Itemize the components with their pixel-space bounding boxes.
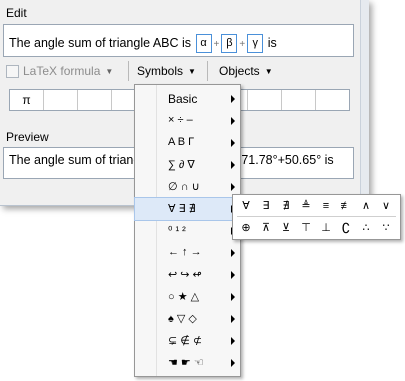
menu-item-label: ∅ ∩ ∪ xyxy=(168,181,200,193)
logic-symbols-submenu: ∀ ∃ ∄ ≜ ≡ ≢ ∧ ∨ ⊕ ⊼ ⊻ ⊤ ⊥ ∁ ∴ ∵ xyxy=(232,194,401,240)
symbol-bottom[interactable]: ⊥ xyxy=(316,218,336,238)
menu-item-sets[interactable]: ∅ ∩ ∪ xyxy=(135,176,240,198)
preview-text-left: The angle sum of triang xyxy=(9,153,141,167)
menu-item-suits[interactable]: ♠ ▽ ◇ xyxy=(135,308,240,330)
submenu-arrow-icon xyxy=(231,315,235,323)
symbols-menu: Basic × ÷ – Α Β Γ ∑ ∂ ∇ ∅ ∩ ∪ ∀ ∃ ∄ ⁰ ¹ … xyxy=(134,84,241,377)
symbols-button[interactable]: Symbols ▼ xyxy=(137,64,196,78)
symbol-not-identical[interactable]: ≢ xyxy=(336,196,356,216)
submenu-arrow-icon xyxy=(231,337,235,345)
placeholder-beta[interactable]: β xyxy=(221,34,238,53)
edit-text-suffix: is xyxy=(267,35,277,50)
latex-formula-toggle[interactable]: LaTeX formula ▼ xyxy=(6,64,113,78)
menu-item-analysis[interactable]: ∑ ∂ ∇ xyxy=(135,154,240,176)
symbol-cell[interactable] xyxy=(78,90,112,110)
menu-item-hands[interactable]: ☚ ☛ ☜ xyxy=(135,352,240,374)
menu-item-label: ♠ ▽ ◇ xyxy=(168,313,197,325)
menu-item-shapes[interactable]: ○ ★ △ xyxy=(135,286,240,308)
symbol-cell[interactable] xyxy=(282,90,316,110)
chevron-down-icon: ▼ xyxy=(188,66,196,76)
menu-item-hook-arrows[interactable]: ↩ ↪ ↫ xyxy=(135,264,240,286)
latex-label: LaTeX formula xyxy=(23,64,101,78)
symbol-identical[interactable]: ≡ xyxy=(316,196,336,216)
symbol-exists[interactable]: ∃ xyxy=(256,196,276,216)
symbols-label: Symbols xyxy=(137,64,184,78)
menu-item-label: Basic xyxy=(168,92,198,106)
submenu-arrow-icon xyxy=(231,293,235,301)
placeholder-gamma[interactable]: γ xyxy=(247,34,264,53)
menu-item-label: ☚ ☛ ☜ xyxy=(168,357,204,369)
symbol-cell[interactable] xyxy=(316,90,349,110)
symbol-not-exists[interactable]: ∄ xyxy=(276,196,296,216)
symbol-therefore[interactable]: ∴ xyxy=(356,218,376,238)
symbol-nor[interactable]: ⊻ xyxy=(276,218,296,238)
menu-item-arrows[interactable]: ← ↑ → xyxy=(135,242,240,264)
symbol-nand[interactable]: ⊼ xyxy=(256,218,276,238)
symbol-defined-as[interactable]: ≜ xyxy=(296,196,316,216)
menu-item-label: ← ↑ → xyxy=(168,246,202,258)
menu-item-logic[interactable]: ∀ ∃ ∄ xyxy=(134,197,241,221)
menu-item-label: ○ ★ △ xyxy=(168,291,200,303)
menu-item-basic[interactable]: Basic xyxy=(135,88,240,110)
menu-item-label: Α Β Γ xyxy=(168,136,195,148)
objects-label: Objects xyxy=(219,64,260,78)
preview-label: Preview xyxy=(6,130,49,144)
menu-item-operators[interactable]: × ÷ – xyxy=(135,110,240,132)
submenu-arrow-icon xyxy=(231,139,235,147)
grid-divider xyxy=(237,216,396,217)
placeholder-alpha[interactable]: α xyxy=(195,34,212,53)
edit-text-prefix: The angle sum of triangle ABC is xyxy=(9,35,192,50)
preview-text-right: 71.78°+50.65° is xyxy=(241,153,334,167)
submenu-arrow-icon xyxy=(231,183,235,191)
menu-item-label: × ÷ – xyxy=(168,114,193,126)
symbol-and[interactable]: ∧ xyxy=(356,196,376,216)
submenu-arrow-icon xyxy=(231,271,235,279)
plus-sign: + xyxy=(239,38,246,50)
menu-item-label: ↩ ↪ ↫ xyxy=(168,269,202,281)
objects-button[interactable]: Objects ▼ xyxy=(219,64,273,78)
symbol-top[interactable]: ⊤ xyxy=(296,218,316,238)
menu-item-set-relations[interactable]: ⊊ ∉ ⊄ xyxy=(135,330,240,352)
menu-item-label: ∑ ∂ ∇ xyxy=(168,159,195,171)
chevron-down-icon: ▼ xyxy=(105,66,114,76)
toolbar-divider xyxy=(207,61,208,81)
symbol-cell[interactable]: π xyxy=(10,90,44,110)
latex-checkbox[interactable] xyxy=(6,64,19,78)
edit-text: The angle sum of triangle ABC is α + β + γ i… xyxy=(9,34,277,53)
symbol-xor[interactable]: ⊕ xyxy=(236,218,256,238)
symbol-complement[interactable]: ∁ xyxy=(336,218,356,238)
menu-item-greek[interactable]: Α Β Γ xyxy=(135,132,240,154)
edit-field[interactable]: The angle sum of triangle ABC is α + β + γ i… xyxy=(3,24,354,57)
submenu-arrow-icon xyxy=(231,95,235,103)
symbol-because[interactable]: ∵ xyxy=(376,218,396,238)
edit-label: Edit xyxy=(6,6,27,20)
symbol-cell[interactable] xyxy=(44,90,78,110)
symbol-forall[interactable]: ∀ xyxy=(236,196,256,216)
submenu-arrow-icon xyxy=(231,249,235,257)
scrollbar[interactable] xyxy=(360,0,369,205)
menu-item-label: ⁰ ¹ ² xyxy=(168,225,186,237)
symbol-cell[interactable] xyxy=(248,90,282,110)
submenu-arrow-icon xyxy=(231,359,235,367)
menu-item-label: ⊊ ∉ ⊄ xyxy=(168,335,203,347)
toolbar-divider xyxy=(128,61,129,81)
chevron-down-icon: ▼ xyxy=(264,66,273,76)
menu-item-superscripts[interactable]: ⁰ ¹ ² xyxy=(135,220,240,242)
menu-item-label: ∀ ∃ ∄ xyxy=(168,203,196,215)
symbol-or[interactable]: ∨ xyxy=(376,196,396,216)
submenu-arrow-icon xyxy=(231,117,235,125)
plus-sign: + xyxy=(213,38,220,50)
submenu-arrow-icon xyxy=(231,161,235,169)
